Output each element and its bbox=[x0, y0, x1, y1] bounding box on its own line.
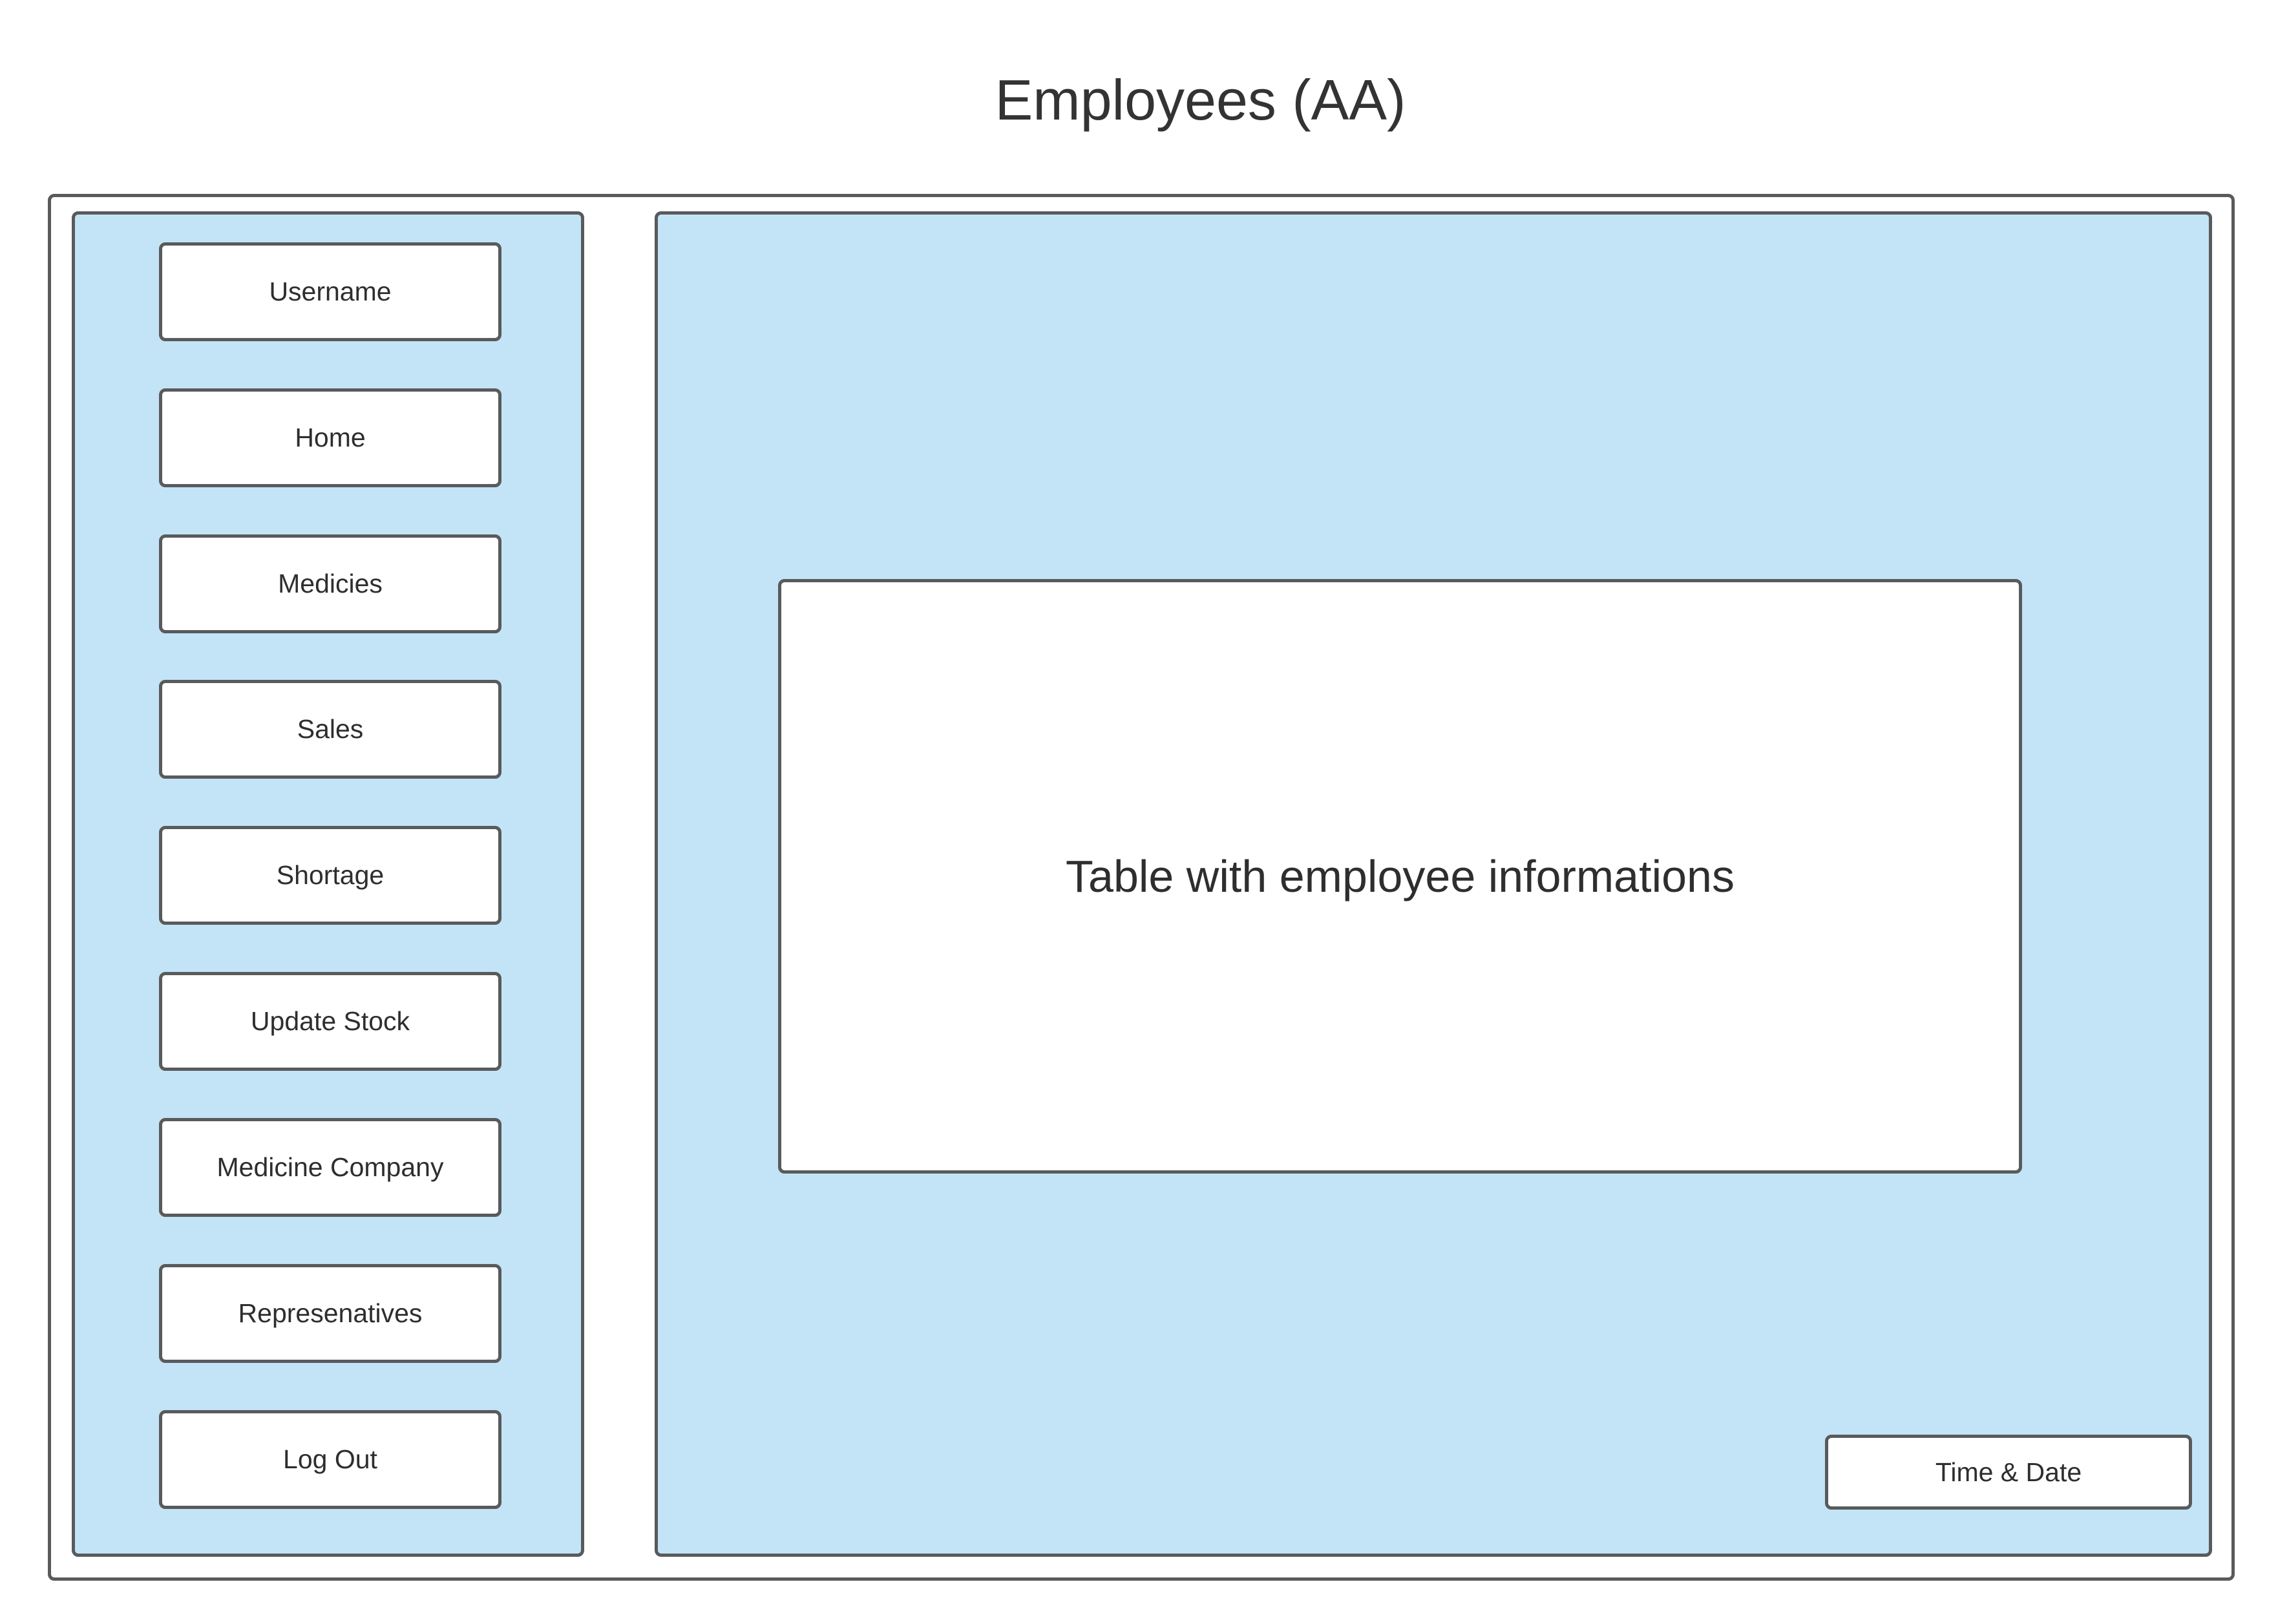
username-button[interactable]: Username bbox=[159, 242, 501, 341]
employee-table: Table with employee informations bbox=[778, 579, 2022, 1174]
sidebar: Username Home Medicies Sales Shortage Up… bbox=[72, 211, 584, 1557]
shortage-button[interactable]: Shortage bbox=[159, 826, 501, 925]
log-out-button[interactable]: Log Out bbox=[159, 1410, 501, 1509]
page-title: Employees (AA) bbox=[995, 68, 1406, 132]
home-button[interactable]: Home bbox=[159, 388, 501, 487]
medicine-company-button[interactable]: Medicine Company bbox=[159, 1118, 501, 1217]
main-content-panel: Table with employee informations Time & … bbox=[655, 211, 2212, 1557]
update-stock-button[interactable]: Update Stock bbox=[159, 972, 501, 1071]
representatives-button[interactable]: Represenatives bbox=[159, 1264, 501, 1363]
medicines-button[interactable]: Medicies bbox=[159, 534, 501, 633]
sales-button[interactable]: Sales bbox=[159, 680, 501, 779]
time-date-display: Time & Date bbox=[1825, 1435, 2192, 1510]
